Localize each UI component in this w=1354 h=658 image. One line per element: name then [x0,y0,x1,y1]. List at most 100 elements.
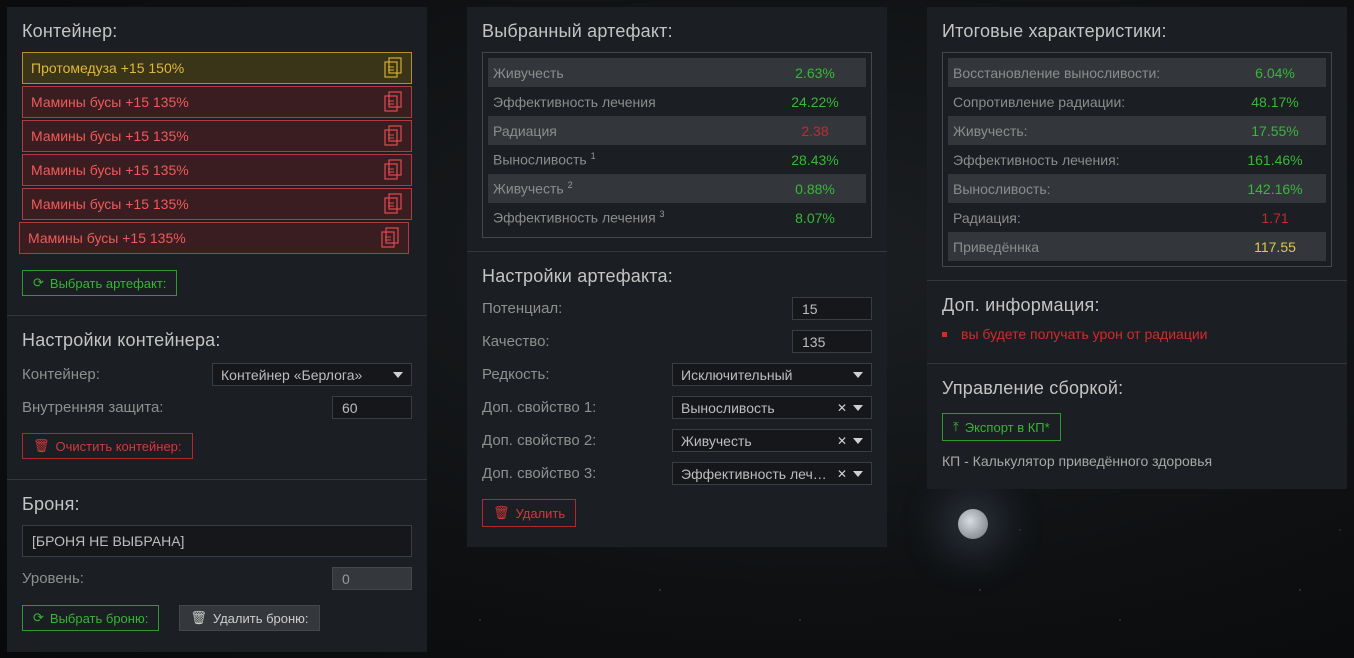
stat-value: 28.43% [791,151,839,168]
stat-label: Радиация [493,123,557,139]
result-value: 17.55% [1251,122,1299,139]
result-label: Выносливость: [953,180,1051,197]
level-label: Уровень: [22,570,84,587]
trash-icon: 🗑 [33,438,50,453]
artifact-slot-label: Мамины бусы +15 135% [28,230,186,246]
container-select[interactable]: Контейнер «Берлога» [212,363,412,386]
close-icon[interactable]: ✕ [837,467,847,481]
artifact-slot[interactable]: Мамины бусы +15 135% [19,222,409,254]
build-title: Управление сборкой: [942,378,1124,398]
copy-icon[interactable] [383,57,403,79]
level-input[interactable]: 0 [332,567,412,590]
extra3-select-value: Эффективность лечения [681,465,833,482]
copy-icon[interactable] [383,125,403,147]
copy-icon[interactable] [383,91,403,113]
rarity-label: Редкость: [482,366,550,383]
export-label: Экспорт в КП* [964,419,1050,435]
artifact-slot[interactable]: Мамины бусы +15 135% [22,188,412,220]
chevron-down-icon [853,437,863,444]
stat-label: Эффективность лечения [493,94,656,110]
stat-footnote-marker: 1 [590,151,596,162]
select-artifact-button[interactable]: ⟳ Выбрать артефакт: [22,270,178,296]
result-value: 1.71 [1261,209,1289,226]
extra1-label: Доп. свойство 1: [482,399,597,416]
results-panel: Итоговые характеристики: Восстановление … [927,7,1347,489]
stat-footnote-marker: 2 [567,180,573,191]
stat-row: Радиация 2.38 [488,116,866,145]
result-label: Живучесть: [953,122,1028,139]
bullet-icon [942,331,947,337]
export-button[interactable]: ⤒ Экспорт в КП* [942,413,1061,441]
container-settings-section: Настройки контейнера: Контейнер: Контейн… [7,316,427,480]
artifact-slot[interactable]: Протомедуза +15 150% [22,52,412,84]
artifact-slot[interactable]: Мамины бусы +15 135% [22,86,412,118]
warning-item: вы будете получать урон от радиации [942,326,1332,342]
select-armor-button[interactable]: ⟳ Выбрать броню: [22,605,160,631]
armor-field[interactable]: [БРОНЯ НЕ ВЫБРАНА] [22,525,412,557]
stat-label-text: Живучесть [493,64,564,81]
close-icon[interactable]: ✕ [837,401,847,415]
copy-icon[interactable] [383,159,403,181]
artifact-settings-section: Настройки артефакта: Потенциал: 15 Качес… [467,252,887,541]
info-section: Доп. информация: вы будете получать урон… [927,281,1347,364]
container-row: Контейнер: Контейнер «Берлога» [22,363,412,386]
artifact-settings-title: Настройки артефакта: [482,266,673,286]
stat-row: Выносливость 1 28.43% [488,145,866,174]
quality-label: Качество: [482,333,550,350]
extra1-select[interactable]: Выносливость ✕ [672,396,872,419]
artifact-slot[interactable]: Мамины бусы +15 135% [22,154,412,186]
inner-protection-label: Внутренняя защита: [22,399,164,416]
stat-row: Живучесть 2.63% [488,58,866,87]
artifact-slot-label: Мамины бусы +15 135% [31,162,189,178]
select-artifact-label: Выбрать артефакт: [49,275,167,291]
chevron-down-icon [853,470,863,477]
artifact-slot[interactable]: Мамины бусы +15 135% [22,120,412,152]
extra2-select[interactable]: Живучесть ✕ [672,429,872,452]
rarity-row: Редкость: Исключительный [482,363,872,386]
result-label: Радиация: [953,209,1021,226]
delete-artifact-label: Удалить [515,505,566,521]
result-label: Эффективность лечения: [953,151,1120,168]
stat-value: 2.38 [801,122,829,139]
delete-armor-label: Удалить броню: [212,610,309,626]
chevron-down-icon [853,404,863,411]
stat-value: 2.63% [795,64,835,81]
container-select-value: Контейнер «Берлога» [221,366,363,383]
selected-artifact-section: Выбранный артефакт: Живучесть 2.63% Эффект… [467,7,887,252]
stat-footnote-marker: 3 [659,209,665,220]
chevron-down-icon [853,371,863,378]
extra1-select-value: Выносливость [681,399,775,416]
potential-input[interactable]: 15 [792,297,872,320]
inner-protection-input[interactable]: 60 [332,396,412,419]
container-label: Контейнер: [22,366,100,383]
result-value: 6.04% [1255,64,1295,81]
result-row: Приведённка 117.55 [948,232,1326,261]
extra3-row: Доп. свойство 3: Эффективность лечения ✕ [482,462,872,485]
chevron-down-icon [393,371,403,378]
potential-row: Потенциал: 15 [482,297,872,320]
clear-container-button[interactable]: 🗑 Очистить контейнер: [22,433,193,459]
potential-label: Потенциал: [482,300,563,317]
stat-value: 8.07% [795,209,835,226]
stat-value: 0.88% [795,180,835,197]
close-icon[interactable]: ✕ [837,434,847,448]
stat-label-text: Эффективность лечения [493,93,656,110]
extra3-select[interactable]: Эффективность лечения ✕ [672,462,872,485]
copy-icon[interactable] [380,227,400,249]
extra3-label: Доп. свойство 3: [482,465,597,482]
extra2-row: Доп. свойство 2: Живучесть ✕ [482,429,872,452]
result-label: Приведённка [953,238,1040,255]
quality-input[interactable]: 135 [792,330,872,353]
result-value: 161.46% [1247,151,1303,168]
copy-icon[interactable] [383,193,403,215]
result-value: 48.17% [1251,93,1299,110]
stat-label: Эффективность лечения 3 [493,209,665,226]
delete-armor-button[interactable]: 🗑 Удалить броню: [179,605,320,631]
extra2-select-value: Живучесть [681,432,752,449]
trash-icon: 🗑 [190,610,207,625]
artifact-slot-label: Мамины бусы +15 135% [31,94,189,110]
inner-protection-row: Внутренняя защита: 60 [22,396,412,419]
rarity-select[interactable]: Исключительный [672,363,872,386]
delete-artifact-button[interactable]: 🗑 Удалить [482,499,577,527]
upload-icon: ⤒ [953,419,959,434]
